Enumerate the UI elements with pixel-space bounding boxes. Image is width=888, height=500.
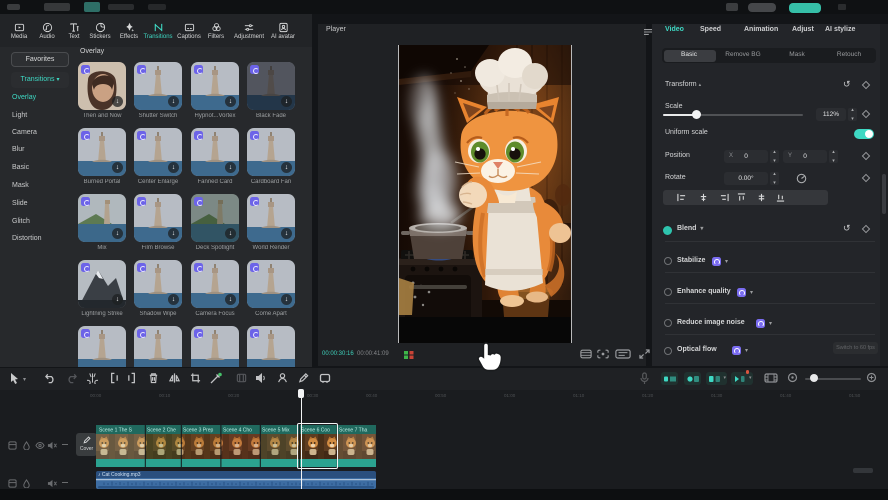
svg-text:Scene 3 Prep: Scene 3 Prep xyxy=(183,428,214,434)
svg-text:Scene 5 Mix: Scene 5 Mix xyxy=(262,428,290,434)
svg-text:Scene 7 Tha: Scene 7 Tha xyxy=(339,428,367,434)
svg-text:Scene 2 Che: Scene 2 Che xyxy=(147,428,176,434)
svg-text:Scene 4 Cho: Scene 4 Cho xyxy=(223,428,252,434)
svg-text:Scene 1 The S: Scene 1 The S xyxy=(99,428,133,434)
